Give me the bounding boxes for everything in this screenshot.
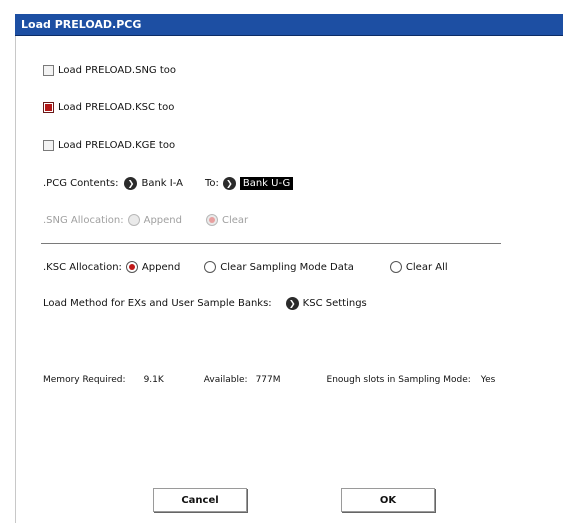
separator	[41, 243, 501, 244]
pcg-contents-label: .PCG Contents:	[43, 178, 119, 189]
radio-selected-icon[interactable]	[205, 214, 218, 226]
load-ksc-label: Load PRELOAD.KSC too	[58, 102, 175, 113]
load-method-label: Load Method for EXs and User Sample Bank…	[43, 298, 272, 309]
popup-arrow-icon[interactable]: ❯	[124, 177, 138, 190]
sng-clear-label[interactable]: Clear	[222, 215, 248, 226]
memory-required-value: 9.1K	[143, 375, 164, 385]
load-sng-label: Load PRELOAD.SNG too	[58, 65, 177, 76]
ksc-settings-button[interactable]: KSC Settings	[303, 298, 367, 309]
available-label: Available:	[203, 375, 248, 385]
ksc-allocation-row: .KSC Allocation: Append Clear Sampling M…	[43, 261, 448, 273]
ksc-allocation-label: .KSC Allocation:	[43, 261, 122, 273]
ok-button[interactable]: OK	[341, 488, 435, 512]
ksc-append-label[interactable]: Append	[142, 262, 180, 273]
load-ksc-checkbox[interactable]: Load PRELOAD.KSC too	[43, 102, 174, 113]
load-kge-checkbox[interactable]: Load PRELOAD.KGE too	[43, 140, 175, 151]
memory-info-row: Memory Required: 9.1K Available: 777M En…	[43, 375, 495, 385]
checkbox-icon[interactable]	[43, 65, 54, 76]
radio-icon[interactable]	[127, 214, 140, 226]
dialog-frame	[15, 36, 16, 523]
sng-append-label[interactable]: Append	[144, 215, 182, 226]
slots-label: Enough slots in Sampling Mode:	[326, 375, 471, 385]
ksc-clear-all-label[interactable]: Clear All	[406, 262, 448, 273]
load-kge-label: Load PRELOAD.KGE too	[58, 140, 176, 151]
checkbox-icon[interactable]	[43, 140, 54, 151]
popup-arrow-icon[interactable]: ❯	[222, 177, 236, 190]
radio-icon[interactable]	[389, 261, 402, 273]
sng-allocation-row: .SNG Allocation: Append Clear	[43, 214, 248, 226]
cancel-button[interactable]: Cancel	[153, 488, 247, 512]
radio-icon[interactable]	[204, 261, 217, 273]
checkbox-checked-icon[interactable]	[43, 102, 54, 113]
load-method-row: Load Method for EXs and User Sample Bank…	[43, 297, 367, 310]
slots-value: Yes	[480, 375, 496, 385]
available-value: 777M	[255, 375, 281, 385]
to-label: To:	[204, 178, 219, 189]
load-sng-checkbox[interactable]: Load PRELOAD.SNG too	[43, 65, 176, 76]
memory-required-label: Memory Required:	[43, 375, 126, 385]
pcg-source-bank[interactable]: Bank I-A	[141, 178, 182, 189]
dialog-title: Load PRELOAD.PCG	[15, 14, 563, 36]
radio-selected-icon[interactable]	[125, 261, 138, 273]
pcg-destination-bank[interactable]: Bank U-G	[239, 177, 294, 190]
sng-allocation-label: .SNG Allocation:	[43, 214, 124, 226]
popup-arrow-icon[interactable]: ❯	[285, 297, 299, 310]
ksc-clear-sampling-label[interactable]: Clear Sampling Mode Data	[220, 262, 354, 273]
pcg-contents-row: .PCG Contents: ❯ Bank I-A To: ❯ Bank U-G	[43, 177, 294, 190]
